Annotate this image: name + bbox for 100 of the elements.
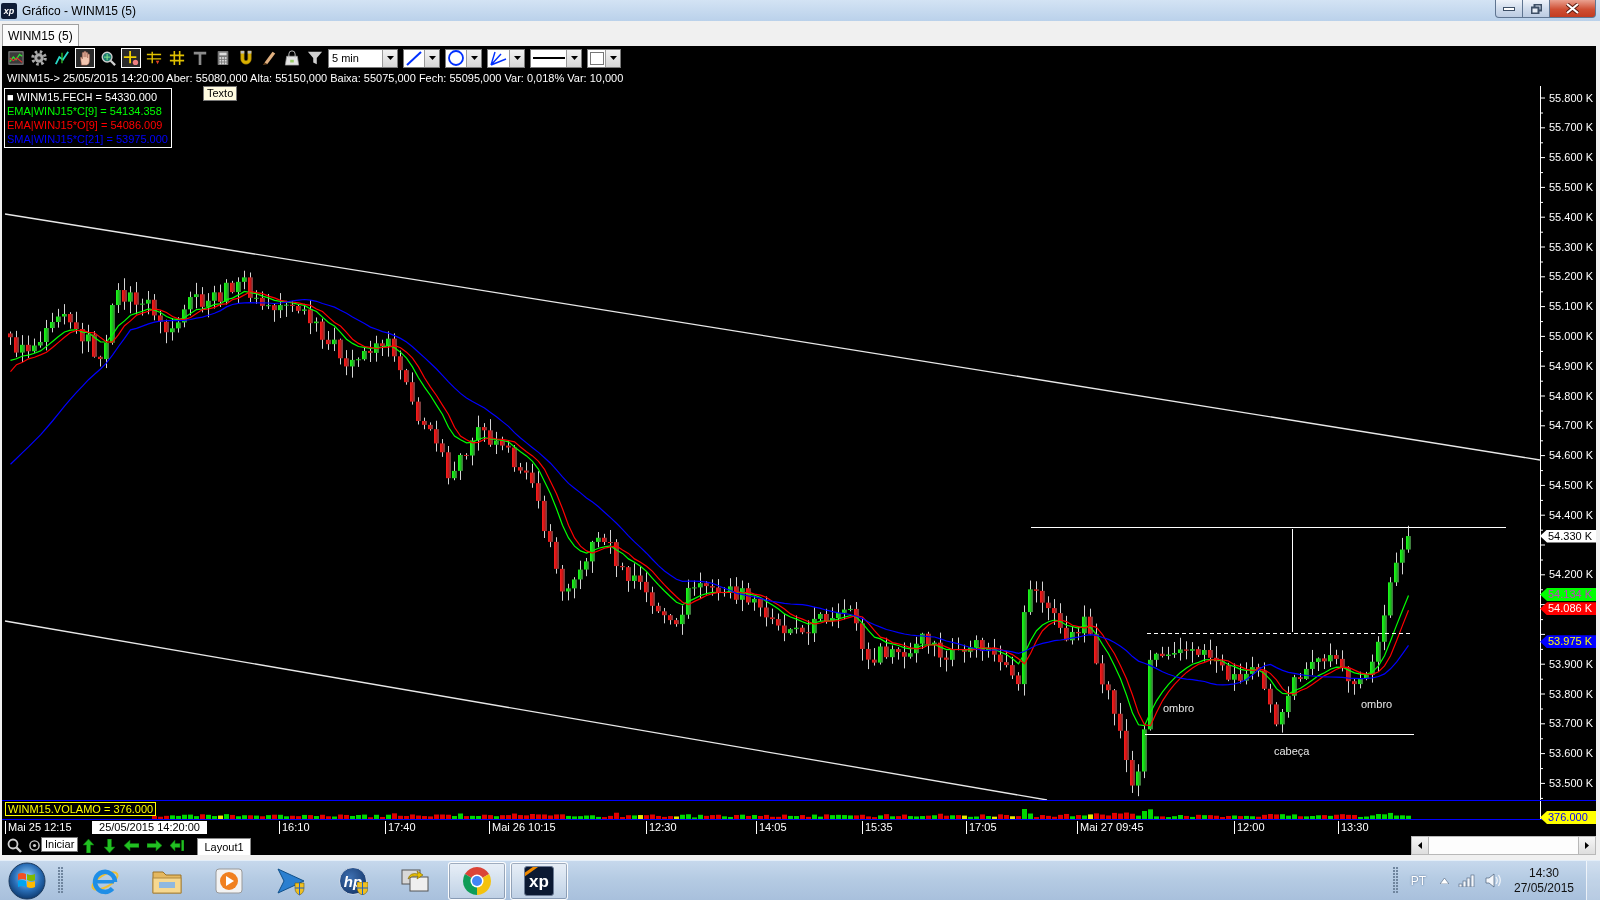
close-icon (1566, 3, 1579, 14)
arrow-to-start-icon[interactable] (170, 840, 184, 851)
axis-label: 54.900 K (1549, 359, 1594, 373)
crosshair-tool-button[interactable] (121, 48, 141, 68)
clock-date[interactable]: 27/05/2015 (1513, 880, 1575, 896)
axis-label: 53.500 K (1549, 776, 1594, 790)
settings-button[interactable] (29, 48, 49, 68)
axis-label: 53.700 K (1549, 717, 1594, 731)
chart-tool-button[interactable] (6, 48, 26, 68)
start-button[interactable] (7, 861, 47, 900)
axis-label: 54.700 K (1549, 419, 1594, 433)
circle-dot-icon[interactable] (29, 840, 40, 851)
shape-tool-select[interactable] (445, 48, 482, 68)
arrow-shield-icon (276, 865, 306, 896)
signal-bars-icon (1458, 874, 1475, 887)
brush-icon (261, 50, 277, 66)
play-icon (214, 866, 244, 895)
network-button[interactable] (1458, 874, 1475, 887)
color-swatch-icon (589, 51, 604, 65)
hand-icon (77, 50, 93, 66)
caret-icon (609, 56, 617, 60)
axis-label: 55.200 K (1549, 270, 1594, 284)
layout-tab[interactable]: Layout1 (197, 838, 251, 855)
line-tool-button[interactable] (52, 48, 72, 68)
grid-tool-button[interactable] (167, 48, 187, 68)
crosshair-icon (123, 50, 139, 66)
time-label: Mai 26 10:15 (489, 821, 556, 834)
fan-lines-icon (490, 50, 507, 66)
time-label: Mai 25 12:15 (5, 821, 72, 834)
line-style-select[interactable] (530, 48, 582, 68)
axis-label: 54.500 K (1549, 478, 1594, 492)
grip-icon (58, 866, 64, 895)
parallel-lines-icon (146, 50, 162, 66)
taskbar-app-button[interactable] (448, 861, 506, 900)
tooltip: Texto (203, 86, 238, 101)
line-tool-select[interactable] (403, 48, 440, 68)
time-label: 15:35 (862, 821, 893, 834)
axis-label: 54.600 K (1549, 449, 1594, 463)
arrow-left-icon[interactable] (124, 840, 139, 851)
time-label: Mai 27 09:45 (1077, 821, 1144, 834)
axis-label: 54.800 K (1549, 389, 1594, 403)
filter-icon (307, 50, 323, 66)
caret-icon (386, 56, 394, 60)
minimize-icon (1503, 6, 1515, 11)
chart-tab[interactable]: WINM15 (5) (2, 24, 79, 46)
axis-label: 53.600 K (1549, 747, 1594, 761)
legend-entry: EMA|WINJ15*O[9] = 54086.009 (7, 118, 164, 132)
gear-icon (31, 50, 47, 66)
axis-label: 55.600 K (1549, 151, 1594, 165)
circle-icon (448, 50, 464, 66)
axis-label: 54.400 K (1549, 508, 1594, 522)
volume-button[interactable] (1485, 873, 1502, 888)
tooltip: Iniciar (41, 837, 79, 852)
scroll-left-button[interactable] (1412, 837, 1429, 854)
chart-annotation: cabeça (1274, 745, 1310, 758)
price-marker: 54.330 K (1540, 529, 1596, 543)
cursor-date-label: 25/05/2015 14:20:00 (92, 821, 207, 834)
restore-button[interactable] (1523, 0, 1550, 18)
zigzag-line-icon (54, 50, 70, 66)
windows-logo-icon (8, 861, 46, 900)
hash-icon (169, 50, 185, 66)
fan-tool-select[interactable] (487, 48, 525, 68)
axis-label: 55.500 K (1549, 180, 1594, 194)
text-tool-icon (192, 50, 208, 66)
hand-tool-button[interactable] (75, 48, 95, 68)
arrow-right-icon[interactable] (147, 840, 162, 851)
time-label: 16:10 (279, 821, 310, 834)
bag-tool-button[interactable] (282, 48, 302, 68)
color-select[interactable] (587, 48, 621, 68)
caret-icon (513, 56, 521, 60)
caret-icon (470, 56, 478, 60)
time-label: 14:05 (756, 821, 787, 834)
taskbar-app-button[interactable]: xp (510, 861, 568, 900)
app-logo: xp (1, 2, 17, 19)
legend-entry: EMA|WINJ15*C[9] = 54134.358 (7, 104, 163, 118)
color-wheel-icon (462, 865, 492, 896)
scroll-right-button[interactable] (1578, 837, 1595, 854)
close-button[interactable] (1550, 0, 1596, 18)
show-hidden-icons-button[interactable] (1440, 877, 1449, 884)
axis-label: 55.700 K (1549, 121, 1594, 135)
time-label: 12:00 (1234, 821, 1265, 834)
restore-icon (1530, 3, 1542, 14)
minimize-button[interactable] (1495, 0, 1523, 18)
window-arrow-icon (400, 866, 430, 895)
window-title: Gráfico - WINM15 (5) (22, 3, 136, 18)
speaker-icon (1485, 873, 1502, 888)
horizontal-scrollbar[interactable] (1411, 836, 1596, 855)
solid-line-icon (532, 57, 565, 59)
interval-select[interactable]: 5 min (328, 48, 398, 68)
grip-icon (1392, 866, 1399, 895)
legend-entry: ■ WINM15.FECH = 54330.000 (7, 90, 158, 104)
chart-annotation: ombro (1163, 702, 1195, 715)
chart-icon (8, 50, 24, 66)
arrow-down-icon[interactable] (104, 838, 115, 853)
axis-label: 55.100 K (1549, 300, 1594, 314)
search-icon[interactable] (7, 838, 22, 853)
calculator-icon (215, 50, 231, 66)
arrow-up-icon[interactable] (83, 838, 94, 853)
clock-time[interactable]: 14:30 (1529, 865, 1559, 881)
axis-label: 54.200 K (1549, 568, 1594, 582)
